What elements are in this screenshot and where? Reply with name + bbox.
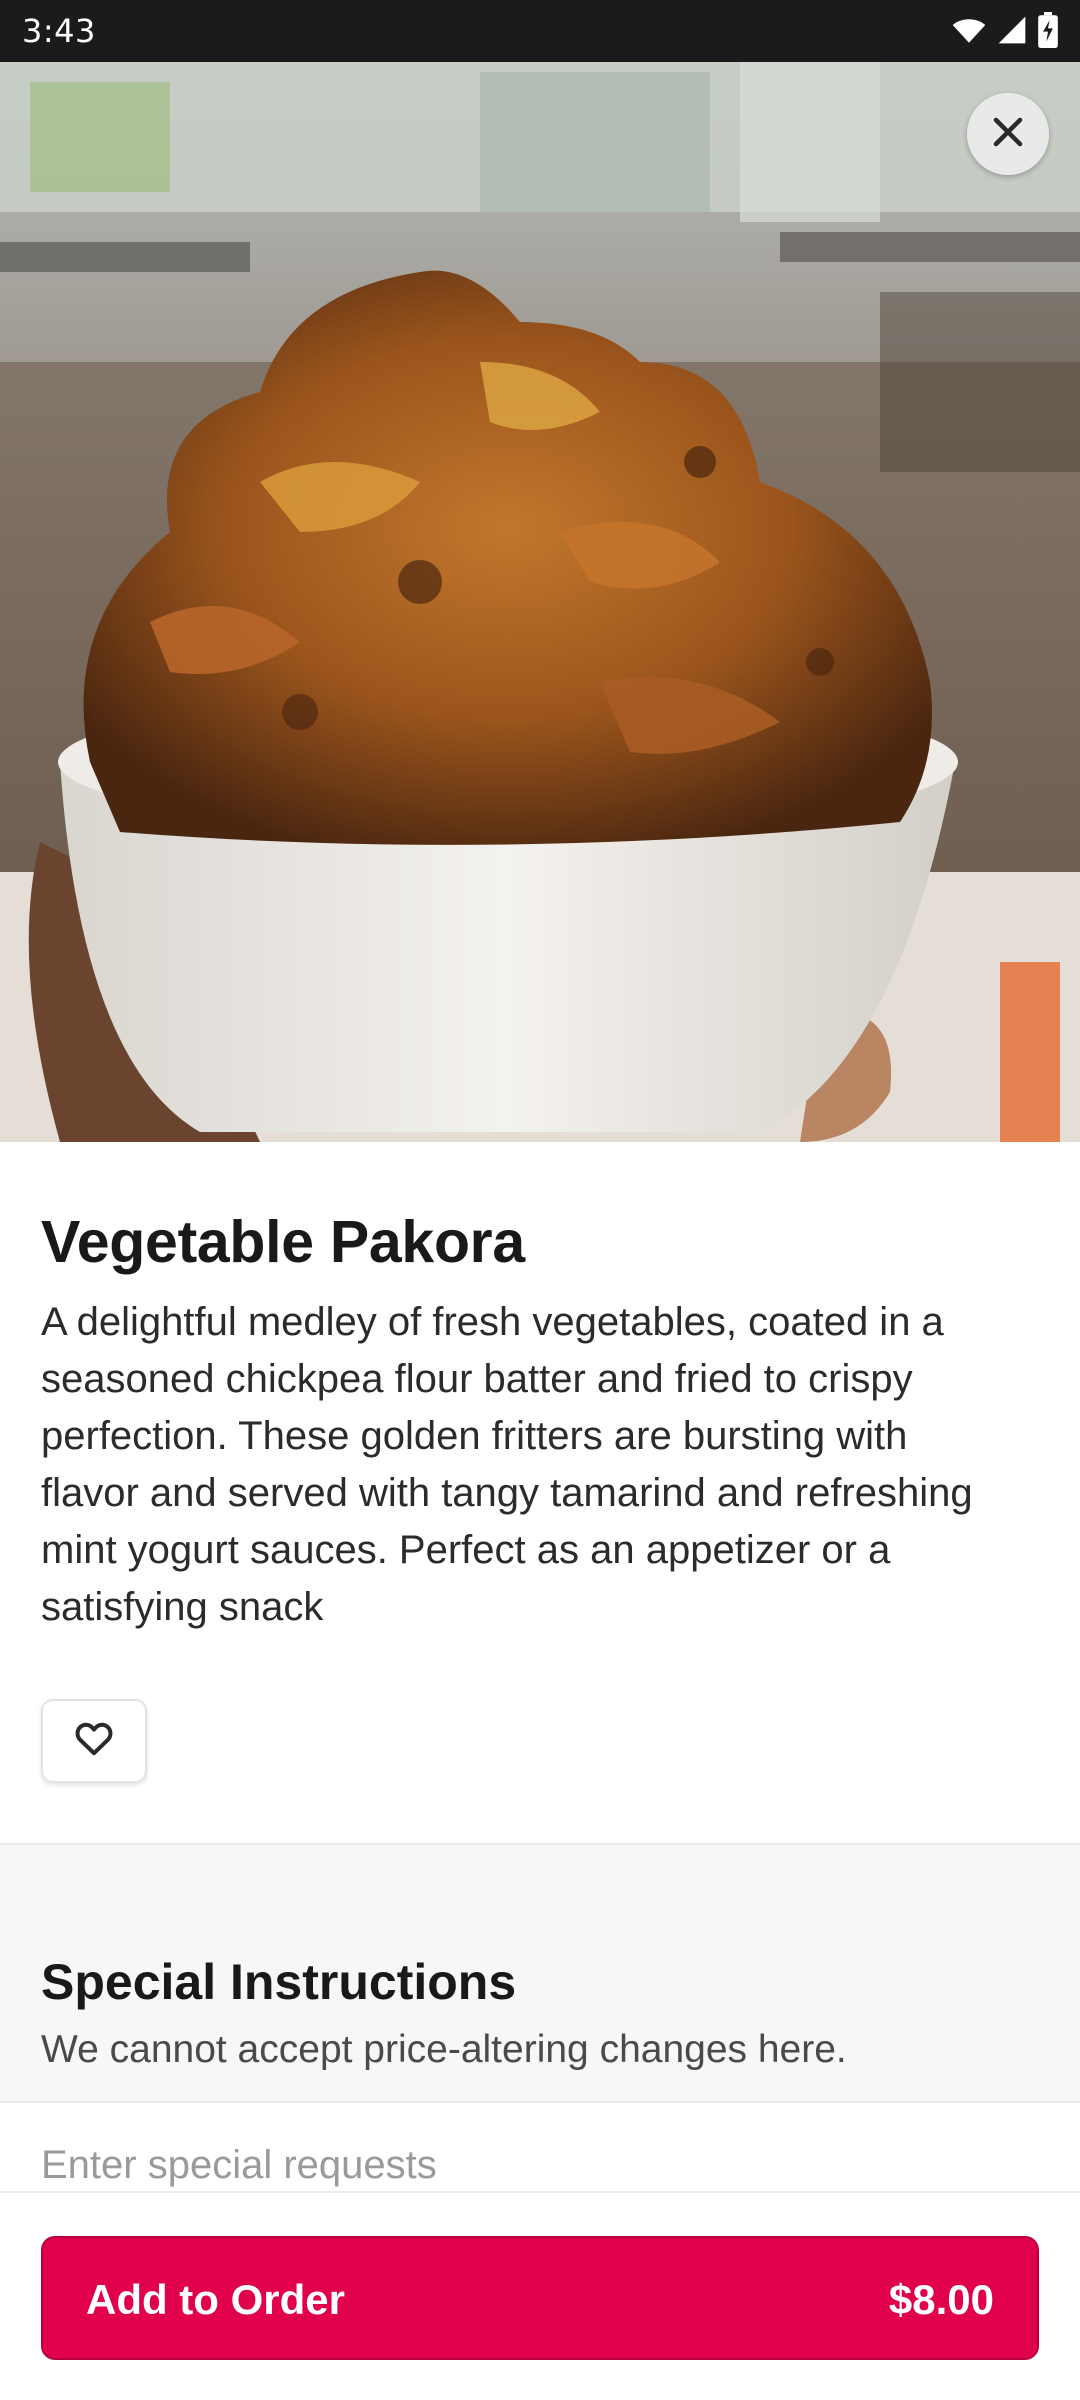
- special-instructions-subtitle: We cannot accept price-altering changes …: [41, 2028, 847, 2071]
- wifi-icon: [952, 13, 986, 47]
- close-button[interactable]: [967, 93, 1049, 175]
- bottom-action-bar: Add to Order $8.00: [0, 2191, 1080, 2400]
- special-instructions-section: Special Instructions We cannot accept pr…: [0, 1843, 1080, 2101]
- add-to-order-button[interactable]: Add to Order $8.00: [41, 2236, 1039, 2360]
- cellular-signal-icon: [996, 14, 1028, 46]
- item-description: A delightful medley of fresh vegetables,…: [41, 1300, 973, 1629]
- item-details: Vegetable Pakora A delightful medley of …: [0, 1142, 1080, 1842]
- battery-charging-icon: [1038, 12, 1058, 48]
- favorite-button[interactable]: [41, 1699, 147, 1783]
- status-bar: 3:43: [0, 0, 1080, 62]
- special-instructions-title: Special Instructions: [41, 1954, 517, 2010]
- special-requests-input[interactable]: [0, 2101, 1080, 2191]
- item-photo: [0, 62, 1080, 1142]
- heart-outline-icon: [74, 1719, 114, 1764]
- close-icon: [990, 114, 1026, 155]
- add-to-order-label: Add to Order: [86, 2276, 345, 2323]
- order-price: $8.00: [888, 2276, 994, 2323]
- vegetable-pakora-photo: [0, 62, 1080, 1142]
- status-icons: [952, 12, 1058, 48]
- status-time: 3:43: [22, 12, 96, 50]
- item-title: Vegetable Pakora: [41, 1209, 525, 1275]
